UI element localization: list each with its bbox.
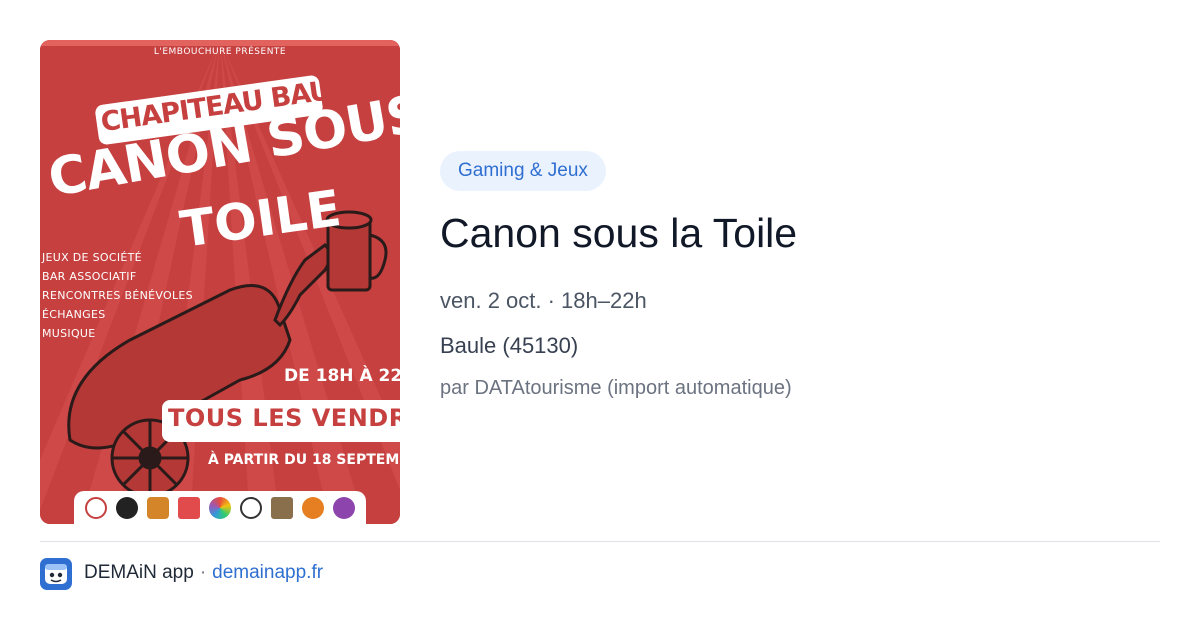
event-datetime: ven. 2 oct. · 18h–22h: [440, 288, 647, 313]
partner-logo: [177, 496, 200, 519]
poster-activity: BAR ASSOCIATIF: [42, 270, 137, 283]
app-name: DEMAiN app: [84, 562, 194, 583]
poster-activity: JEUX DE SOCIÉTÉ: [42, 251, 142, 264]
footer-divider: [40, 541, 1160, 542]
partner-logo: [146, 496, 169, 519]
footer-separator: ·: [199, 562, 207, 583]
partner-logo: [333, 496, 356, 519]
event-location: Baule (45130): [440, 333, 579, 358]
partner-logo: [240, 496, 263, 519]
partner-logo: [208, 496, 231, 519]
poster-activity: MUSIQUE: [42, 327, 96, 340]
partner-logo: [115, 496, 138, 519]
category-badge[interactable]: Gaming & Jeux: [440, 151, 606, 191]
event-title: Canon sous la Toile: [440, 210, 798, 256]
partner-logo: [302, 496, 325, 519]
partner-logos: [74, 491, 366, 524]
poster-start-date: À PARTIR DU 18 SEPTEMBRE: [208, 452, 400, 468]
poster-activity: RENCONTRES BÉNÉVOLES: [42, 289, 193, 302]
app-domain-link[interactable]: demainapp.fr: [212, 562, 323, 583]
poster-hours: DE 18H À 22H: [284, 366, 400, 386]
poster-activity: ÉCHANGES: [42, 308, 106, 321]
event-source: par DATAtourisme (import automatique): [440, 377, 792, 399]
poster-frequency: TOUS LES VENDREDIS: [168, 404, 400, 432]
partner-logo: [84, 496, 107, 519]
partner-logo: [271, 496, 294, 519]
demain-app-icon: [40, 558, 72, 590]
poster-activities: JEUX DE SOCIÉTÉ BAR ASSOCIATIF RENCONTRE…: [42, 248, 193, 343]
event-poster[interactable]: L'EMBOUCHURE PRÉSENTE CHAPITEAU BAULÉ CA…: [40, 40, 400, 524]
poster-presenter: L'EMBOUCHURE PRÉSENTE: [153, 47, 287, 57]
footer-attribution: DEMAiN app · demainapp.fr: [84, 562, 323, 584]
